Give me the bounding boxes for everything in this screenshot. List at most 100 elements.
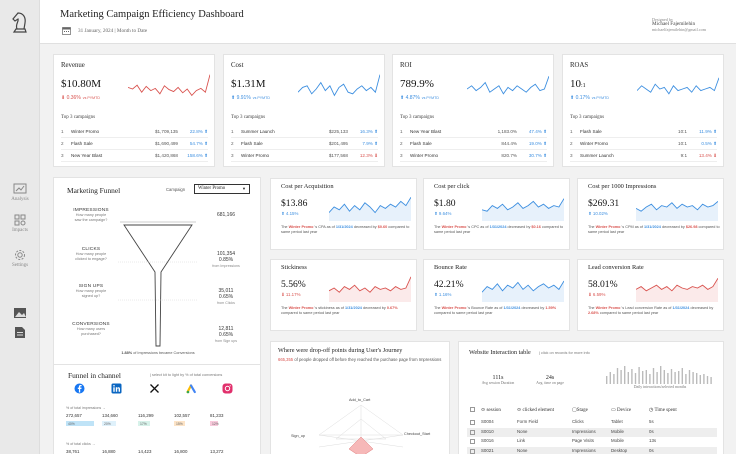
row-rank: 3 [400, 153, 403, 158]
image-icon[interactable] [13, 307, 27, 319]
calendar-icon[interactable] [62, 26, 71, 35]
x-icon[interactable] [149, 383, 160, 394]
funnel-stage-impressions[interactable]: IMPRESSIONS How many people saw the campai… [62, 208, 120, 222]
sidebar-item-analysis[interactable]: Analysis [0, 183, 40, 202]
daily-bar[interactable] [627, 372, 629, 384]
row-change-value: 158.6% [187, 152, 203, 158]
daily-bar[interactable] [670, 369, 673, 384]
metric-change-value: 6.59% [592, 292, 606, 297]
daily-bar[interactable] [706, 376, 709, 384]
daily-bar[interactable] [638, 367, 640, 384]
daily-bar[interactable] [663, 370, 665, 384]
sparkline-area [482, 198, 564, 221]
metric-value: $1.80 [434, 198, 456, 209]
linkedin-icon[interactable] [111, 383, 122, 394]
row-value: $1,709,135 [155, 129, 178, 134]
row-change-value: 22.8% [189, 128, 203, 134]
funnel-footer-text: of Impressions became Conversions [133, 351, 195, 355]
sidebar-item-impacts[interactable]: Impacts [0, 214, 40, 233]
funnel-stage-clicks[interactable]: CLICKS How many people clicked to engage? [62, 247, 120, 261]
funnel-shape [118, 221, 198, 347]
google-ads-icon[interactable] [186, 383, 197, 394]
table-row[interactable]: S0021 None Impressions Desktop 0s [467, 446, 717, 454]
metric-change: ⬆ 10.02% [588, 211, 608, 217]
col-device[interactable]: ▭ Device [611, 407, 631, 413]
instagram-icon[interactable] [222, 383, 233, 394]
row-change: 158.6% ⬆ [178, 153, 208, 159]
campaign-row[interactable]: 1 Summer Launch $225,133 16.3% ⬆ [231, 126, 378, 138]
row-checkbox[interactable] [470, 448, 475, 454]
designer-email[interactable]: michaelfajemilehin@gmail.com [652, 27, 706, 32]
cell-session: S0004 [481, 419, 494, 424]
daily-bar[interactable] [703, 374, 705, 384]
daily-bar[interactable] [645, 370, 647, 384]
campaign-row[interactable]: 2 Flash Sale $1,690,499 54.7% ⬆ [61, 138, 208, 150]
campaign-row[interactable]: 2 Flash Sale $201,495 7.9% ⬆ [231, 138, 378, 150]
facebook-icon[interactable] [74, 383, 85, 394]
daily-bar[interactable] [681, 368, 683, 384]
daily-bar[interactable] [642, 371, 644, 384]
funnel-stage-sign-ups[interactable]: SIGN UPS How many people signed up? [62, 284, 120, 298]
daily-bar[interactable] [667, 373, 669, 384]
row-checkbox[interactable] [470, 429, 475, 435]
row-campaign: Winter Promo [580, 141, 609, 146]
cell-session: S0016 [481, 438, 494, 443]
note-date: 1/31/2024 [489, 225, 507, 229]
funnel-stage-conversions[interactable]: CONVERSIONS How many users purchased? [62, 322, 120, 336]
row-change-value: 16.3% [359, 128, 373, 134]
daily-bar[interactable] [631, 369, 633, 384]
col-stage[interactable]: ▢Stage [572, 407, 588, 413]
kpi-change-value: 4.87% [405, 95, 420, 101]
daily-bar[interactable] [692, 372, 694, 384]
campaign-row[interactable]: 3 New Year Blast $1,420,868 158.6% ⬆ [61, 150, 208, 162]
document-icon[interactable] [14, 326, 26, 339]
cell-time: 13s [649, 438, 657, 443]
daily-bar[interactable] [624, 366, 626, 384]
daily-bar[interactable] [606, 376, 608, 384]
campaign-row[interactable]: 2 Flash Sale 844.4% 19.0% ⬆ [400, 138, 547, 150]
daily-bar[interactable] [674, 372, 676, 384]
campaign-row[interactable]: 3 Winter Promo 820.7% 30.7% ⬆ [400, 150, 547, 162]
daily-bar[interactable] [613, 374, 615, 384]
daily-bar[interactable] [656, 372, 658, 384]
campaign-row[interactable]: 2 Winter Promo 10:1 0.5% ⬆ [570, 138, 717, 150]
daily-bar[interactable] [660, 366, 662, 384]
daily-bar[interactable] [652, 368, 655, 384]
daily-bar[interactable] [685, 374, 687, 384]
campaign-row[interactable]: 1 Flash Sale 10:1 11.9% ⬆ [570, 126, 717, 138]
campaign-select[interactable]: Winter Promo ▼ [194, 184, 250, 194]
select-all-checkbox[interactable] [470, 407, 475, 414]
table-row[interactable]: S0016 Link Page Visits Mobile 13s [467, 437, 717, 446]
channel-share-pct: 40% [68, 422, 75, 426]
daily-bar[interactable] [678, 371, 680, 384]
campaign-row[interactable]: 3 Summer Launch 9:1 13.4% ⬇ [570, 150, 717, 162]
row-rank: 3 [231, 153, 234, 158]
daily-bar[interactable] [649, 374, 651, 384]
daily-bar[interactable] [616, 368, 619, 384]
campaign-row[interactable]: 3 Winter Promo $177,568 12.3% ⬇ [231, 150, 378, 162]
row-checkbox[interactable] [470, 439, 475, 444]
campaign-row[interactable]: 1 Winter Promo $1,709,135 22.8% ⬆ [61, 126, 208, 138]
campaign-row[interactable]: 1 New Year Blast 1,183.0% 47.4% ⬆ [400, 126, 547, 138]
daily-bar[interactable] [699, 375, 701, 384]
daily-bar[interactable] [634, 373, 637, 384]
metric-change: ⬆ 1.16% [434, 292, 451, 298]
table-row[interactable]: S0010 None Impressions Mobile 0s [467, 427, 717, 437]
daily-bar[interactable] [609, 372, 611, 384]
col-clicked-element[interactable]: ⊙ clicked element [517, 407, 554, 413]
chart-icon [13, 183, 27, 194]
daily-bar[interactable] [688, 370, 691, 384]
stage-pct-source: from Impressions [212, 263, 240, 268]
row-checkbox[interactable] [470, 420, 475, 425]
daily-bar[interactable] [620, 370, 622, 384]
sidebar-item-settings[interactable]: Settings [0, 249, 40, 268]
daily-bar[interactable] [696, 373, 698, 384]
table-row[interactable]: S0004 Form Field Clicks Tablet 5s [467, 418, 717, 427]
row-value: 844.4% [501, 141, 517, 146]
col-time-spent[interactable]: ◷ Time spent [649, 407, 677, 413]
daily-bar[interactable] [710, 377, 712, 384]
col-session[interactable]: ⊙ session [481, 407, 501, 413]
note-date: 1/31/2024 [672, 306, 690, 310]
stage-pct-source: from Clicks [217, 300, 235, 305]
channel-impressions-value: 102,557 [174, 413, 190, 418]
